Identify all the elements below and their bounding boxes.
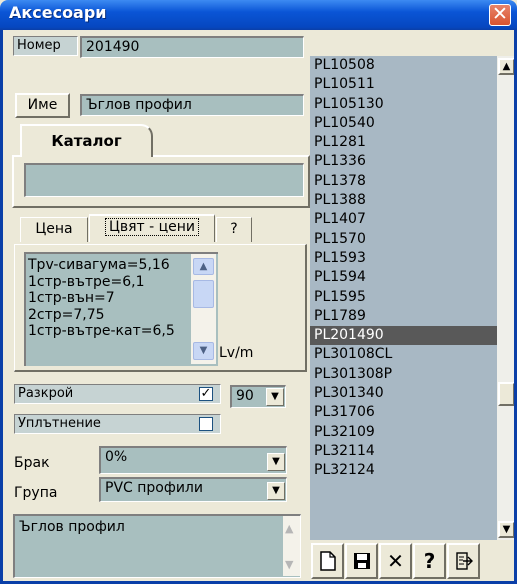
- price-list-scrollbar[interactable]: ▲ ▼: [191, 254, 216, 364]
- tab-color-prices-label: Цвят - цени: [104, 218, 200, 236]
- brak-label: Брак: [14, 455, 50, 471]
- list-item[interactable]: PL1281: [310, 133, 497, 152]
- ime-field[interactable]: Ъглов профил: [80, 94, 304, 116]
- window-title: Аксесоари: [9, 3, 107, 22]
- tab-color-prices[interactable]: Цвят - цени: [89, 214, 215, 242]
- catalog-field[interactable]: [24, 163, 304, 197]
- exit-button[interactable]: [447, 543, 480, 579]
- save-button[interactable]: [345, 543, 378, 579]
- list-item[interactable]: PL1570: [310, 230, 497, 249]
- tab-catalog[interactable]: Каталог: [20, 124, 153, 157]
- tab-help[interactable]: ?: [216, 217, 252, 242]
- nomer-label: Номер: [13, 36, 78, 56]
- list-item[interactable]: PL1336: [310, 152, 497, 171]
- grupa-value: PVC профили: [105, 480, 203, 496]
- list-item[interactable]: PL1407: [310, 210, 497, 229]
- chevron-down-icon: ▼: [271, 391, 279, 402]
- notes-scrollbar[interactable]: ▲ ▼: [283, 516, 300, 576]
- razkroi-checkbox[interactable]: ✓: [199, 387, 213, 401]
- list-item[interactable]: PL32109: [310, 423, 497, 442]
- check-icon: ✓: [200, 386, 212, 401]
- list-scroll-down[interactable]: ▼: [498, 521, 515, 538]
- list-item[interactable]: PL1593: [310, 249, 497, 268]
- list-item[interactable]: PL32114: [310, 442, 497, 461]
- list-item[interactable]: 2стр=7,75: [28, 307, 218, 324]
- chevron-down-icon: ▼: [199, 345, 208, 356]
- exit-icon: [455, 552, 473, 570]
- profile-list[interactable]: PL10508 PL10511 PL105130 PL10540 PL1281 …: [310, 56, 497, 540]
- list-item[interactable]: PL10508: [310, 56, 497, 75]
- save-icon: [353, 553, 370, 569]
- scroll-up-button[interactable]: ▲: [193, 258, 214, 275]
- new-document-icon: [319, 551, 336, 571]
- chevron-down-icon: ▼: [272, 485, 280, 496]
- list-item[interactable]: PL301340: [310, 384, 497, 403]
- help-icon: ?: [423, 549, 436, 573]
- delete-icon: ✕: [387, 549, 404, 573]
- angle-dropdown-button[interactable]: ▼: [266, 388, 284, 406]
- brak-value: 0%: [105, 449, 128, 465]
- list-item[interactable]: 1стр-вътре=6,1: [28, 274, 218, 291]
- brak-select[interactable]: 0%: [99, 446, 287, 474]
- list-item[interactable]: 1стр-вътре-кат=6,5: [28, 323, 218, 340]
- uplatnenie-checkbox[interactable]: [199, 417, 213, 431]
- list-scroll-up[interactable]: ▲: [498, 58, 515, 75]
- list-item[interactable]: PL31706: [310, 403, 497, 422]
- list-item[interactable]: PL1378: [310, 172, 497, 191]
- list-scroll-thumb[interactable]: [498, 382, 515, 406]
- scroll-thumb[interactable]: [193, 280, 214, 308]
- delete-button[interactable]: ✕: [379, 543, 412, 579]
- notes-textarea[interactable]: Ъглов профил: [13, 514, 301, 578]
- razkroi-label: Разкрой: [14, 384, 221, 404]
- scroll-down-button[interactable]: ▼: [193, 342, 214, 360]
- close-button[interactable]: ✕: [489, 4, 511, 26]
- chevron-down-icon: ▼: [272, 456, 280, 467]
- angle-value: 90: [236, 388, 254, 404]
- chevron-up-icon: ▲: [199, 261, 208, 272]
- close-icon: ✕: [492, 3, 508, 25]
- color-price-list[interactable]: Tpv-сивагума=5,16 1стр-вътре=6,1 1стр-въ…: [24, 252, 218, 366]
- list-item[interactable]: 1стр-вън=7: [28, 290, 218, 307]
- list-scrollbar[interactable]: ▲ ▼: [497, 56, 516, 540]
- list-item[interactable]: PL1595: [310, 288, 497, 307]
- list-item[interactable]: Tpv-сивагума=5,16: [28, 257, 218, 274]
- list-item[interactable]: PL30108CL: [310, 345, 497, 364]
- tab-price[interactable]: Цена: [20, 217, 88, 242]
- unit-label: Lv/m: [219, 345, 254, 361]
- chevron-up-icon: ▲: [502, 61, 511, 72]
- list-item[interactable]: PL301308P: [310, 365, 497, 384]
- chevron-down-icon: ▼: [502, 524, 511, 535]
- chevron-down-icon[interactable]: ▼: [285, 558, 293, 571]
- brak-dropdown-button[interactable]: ▼: [267, 453, 285, 471]
- list-item[interactable]: PL1789: [310, 307, 497, 326]
- list-item[interactable]: PL10511: [310, 75, 497, 94]
- list-item[interactable]: PL105130: [310, 95, 497, 114]
- nomer-field[interactable]: 201490: [80, 36, 304, 58]
- list-item[interactable]: PL1594: [310, 268, 497, 287]
- list-item-selected[interactable]: PL201490: [310, 326, 497, 346]
- list-item[interactable]: PL10540: [310, 114, 497, 133]
- grupa-label: Група: [14, 485, 58, 501]
- uplatnenie-label: Уплътнение: [14, 414, 221, 434]
- chevron-up-icon[interactable]: ▲: [285, 522, 293, 535]
- help-button[interactable]: ?: [413, 543, 446, 579]
- new-button[interactable]: [311, 543, 344, 579]
- ime-button[interactable]: Име: [15, 93, 70, 118]
- list-item[interactable]: PL32124: [310, 461, 497, 480]
- list-item[interactable]: PL1388: [310, 191, 497, 210]
- grupa-dropdown-button[interactable]: ▼: [267, 482, 285, 500]
- grupa-select[interactable]: PVC профили: [99, 477, 287, 502]
